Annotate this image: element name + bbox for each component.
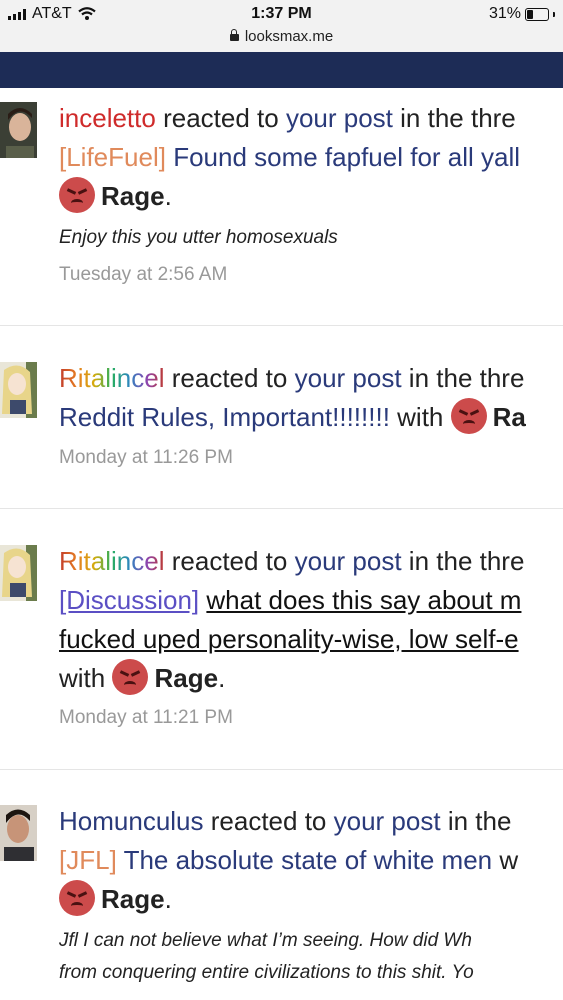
- thread-prefix[interactable]: [Discussion]: [59, 585, 199, 615]
- rage-emoji-icon: [450, 398, 487, 434]
- your-post-link[interactable]: your post: [295, 546, 402, 576]
- reaction-label: Ra: [492, 402, 526, 432]
- reaction-label: Rage: [101, 181, 165, 211]
- avatar[interactable]: [0, 805, 37, 861]
- status-bar: AT&T 1:37 PM 31% looksmax.me: [0, 0, 563, 52]
- notification-text: Ritalincel reacted to your post in the t…: [59, 546, 525, 576]
- reaction: Rage.: [59, 880, 563, 919]
- avatar[interactable]: [0, 362, 37, 418]
- thread-title[interactable]: Found some fapfuel for all yall: [173, 142, 520, 172]
- your-post-link[interactable]: your post: [295, 363, 402, 393]
- post-snippet: Enjoy this you utter homosexuals: [59, 227, 338, 248]
- thread-link[interactable]: [LifeFuel] Found some fapfuel for all ya…: [59, 138, 563, 177]
- thread-link-continued[interactable]: fucked uped personality-wise, low self-e: [59, 620, 563, 659]
- rage-emoji-icon: [59, 177, 95, 213]
- thread-link[interactable]: [Discussion] what does this say about m: [59, 581, 563, 620]
- thread-prefix[interactable]: [JFL]: [59, 845, 117, 875]
- lock-icon: [229, 29, 239, 41]
- thread-prefix[interactable]: [LifeFuel]: [59, 142, 166, 172]
- timestamp: Tuesday at 2:56 AM: [59, 264, 228, 285]
- battery: 31%: [489, 5, 555, 23]
- rage-emoji-icon: [112, 659, 149, 695]
- thread-title[interactable]: what does this say about m: [206, 585, 521, 615]
- username-link[interactable]: Homunculus: [59, 806, 204, 836]
- rage-emoji-icon: [59, 880, 95, 916]
- thread-title[interactable]: Reddit Rules, Important!!!!!!!!: [59, 402, 390, 432]
- divider: [0, 769, 563, 770]
- username-link[interactable]: Ritalincel: [59, 363, 165, 393]
- post-snippet-continued: from conquering entire civilizations to …: [59, 962, 474, 983]
- avatar[interactable]: [0, 102, 37, 158]
- notification-text: inceletto reacted to your post in the th…: [59, 103, 516, 133]
- divider: [0, 508, 563, 509]
- clock: 1:37 PM: [251, 5, 312, 22]
- notification-text: Ritalincel reacted to your post in the t…: [59, 363, 525, 393]
- battery-icon: [525, 7, 549, 21]
- reaction: with Rage.: [59, 659, 563, 698]
- your-post-link[interactable]: your post: [334, 806, 441, 836]
- your-post-link[interactable]: your post: [286, 103, 393, 133]
- username-link[interactable]: Ritalincel: [59, 546, 165, 576]
- site-navbar: [0, 52, 563, 88]
- thread-link[interactable]: Reddit Rules, Important!!!!!!!! with Ra: [59, 398, 563, 437]
- reaction-label: Rage: [154, 663, 219, 693]
- thread-title[interactable]: The absolute state of white men: [124, 845, 493, 875]
- notification-text: Homunculus reacted to your post in the: [59, 806, 512, 836]
- divider: [0, 325, 563, 326]
- reaction: Rage.: [59, 177, 563, 216]
- battery-percent: 31%: [488, 5, 521, 22]
- timestamp: Monday at 11:21 PM: [59, 707, 233, 728]
- username-link[interactable]: inceletto: [59, 103, 156, 133]
- thread-link[interactable]: [JFL] The absolute state of white men w: [59, 841, 563, 880]
- address-bar[interactable]: looksmax.me: [0, 28, 563, 45]
- avatar[interactable]: [0, 545, 37, 601]
- url-text: looksmax.me: [244, 28, 334, 45]
- timestamp: Monday at 11:26 PM: [59, 447, 233, 468]
- reaction-label: Rage: [101, 884, 165, 914]
- thread-title-continued[interactable]: fucked uped personality-wise, low self-e: [59, 624, 519, 654]
- post-snippet: Jfl I can not believe what I’m seeing. H…: [59, 930, 472, 951]
